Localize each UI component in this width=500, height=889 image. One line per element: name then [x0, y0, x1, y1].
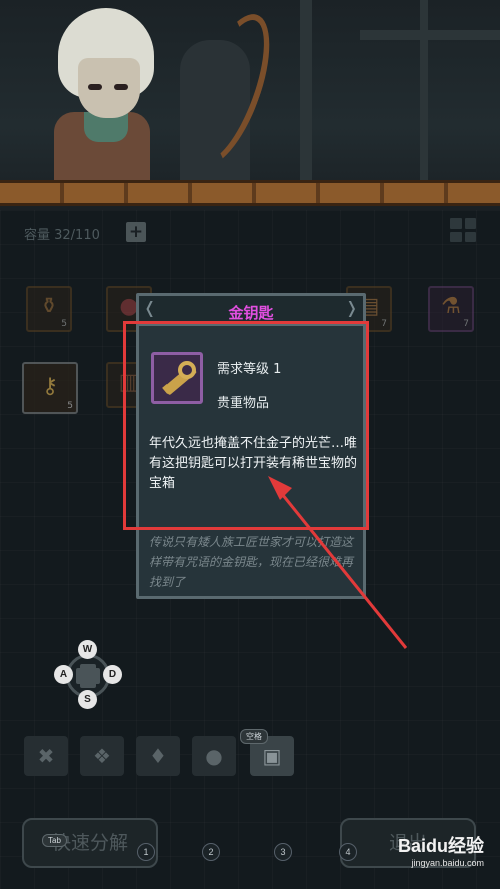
- tab-key-hint: Tab: [42, 834, 67, 847]
- space-key-hint: 空格: [240, 729, 268, 744]
- urn-icon[interactable]: ⚱ 5: [26, 286, 72, 332]
- hotkey-2: 2: [202, 843, 220, 861]
- material-icon[interactable]: ●: [192, 736, 236, 776]
- battle-scene: [0, 0, 500, 210]
- hotkey-3: 3: [274, 843, 292, 861]
- wooden-floor: [0, 180, 500, 206]
- plus-icon[interactable]: +: [126, 222, 146, 242]
- dpad-right-key[interactable]: D: [103, 665, 122, 684]
- grid-view-icon[interactable]: [450, 218, 476, 242]
- hotkey-4: 4: [339, 843, 357, 861]
- red-highlight-box: [123, 321, 369, 530]
- hotkey-1: 1: [137, 843, 155, 861]
- tools-icon[interactable]: ✖: [24, 736, 68, 776]
- dpad-left-key[interactable]: A: [54, 665, 73, 684]
- potion-icon[interactable]: ⚗ 7: [428, 286, 474, 332]
- dpad-control[interactable]: W A D S: [52, 640, 124, 712]
- paw-icon[interactable]: ❖: [80, 736, 124, 776]
- baidu-watermark: Baidu经验 jingyan.baidu.com: [398, 832, 484, 868]
- item-name: 金钥匙: [228, 304, 274, 322]
- dpad-down-key[interactable]: S: [78, 690, 97, 709]
- item-lore: 传说只有矮人族工匠世家才可以打造这样带有咒语的金钥匙，现在已经很难再找到了: [149, 535, 354, 589]
- gold-key-icon[interactable]: ⚷ 5: [22, 362, 78, 414]
- gem-icon[interactable]: ♦: [136, 736, 180, 776]
- baidu-logo: Baidu经验: [397, 836, 484, 856]
- watermark-url: jingyan.baidu.com: [411, 858, 484, 868]
- dpad-up-key[interactable]: W: [78, 640, 97, 659]
- inventory-capacity: 容量 32/110: [24, 228, 100, 243]
